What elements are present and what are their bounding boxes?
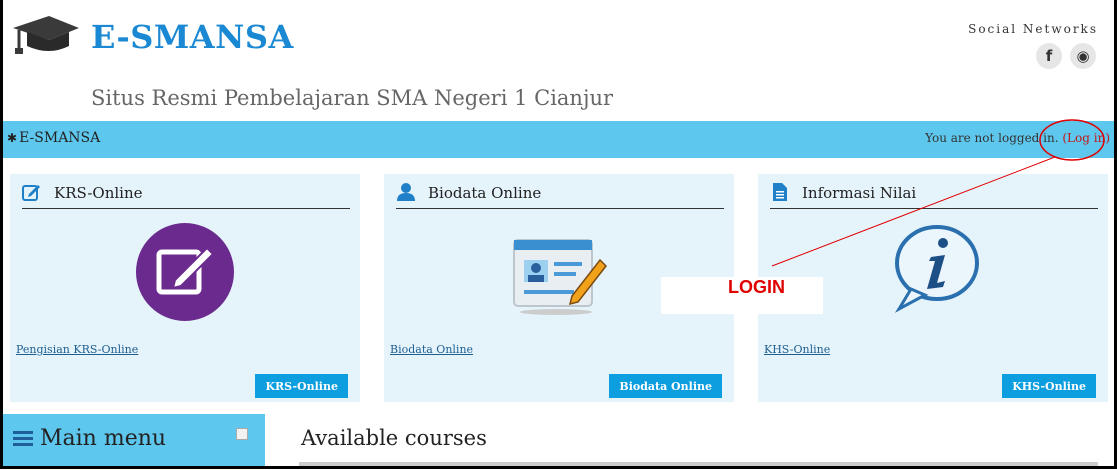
social-networks-label: Social Networks — [968, 22, 1098, 36]
login-info: You are not logged in. (Log in) — [925, 131, 1110, 145]
navbar: ✱ E-SMANSA You are not logged in. (Log in… — [3, 121, 1114, 158]
login-annotation-text: LOGIN — [728, 277, 785, 297]
facebook-icon[interactable]: f — [1036, 43, 1062, 69]
krs-online-button[interactable]: KRS-Online — [255, 374, 348, 398]
id-card-icon — [513, 239, 607, 315]
page-frame: E-SMANSA Situs Resmi Pembelajaran SMA Ne… — [0, 0, 1117, 469]
login-annotation-box: LOGIN — [661, 277, 823, 314]
site-tagline: Situs Resmi Pembelajaran SMA Negeri 1 Ci… — [91, 86, 614, 110]
edit-icon — [22, 185, 40, 201]
card-title: KRS-Online — [54, 184, 143, 202]
card-link[interactable]: Pengisian KRS-Online — [16, 343, 138, 356]
info-bubble-icon — [894, 225, 979, 313]
card-header: Biodata Online — [396, 182, 724, 209]
khs-online-button[interactable]: KHS-Online — [1002, 374, 1096, 398]
site-brand[interactable]: E-SMANSA — [91, 18, 294, 56]
available-courses-heading: Available courses — [301, 426, 487, 450]
gear-icon: ✱ — [7, 131, 18, 145]
collapse-icon[interactable] — [236, 428, 248, 440]
biodata-online-button[interactable]: Biodata Online — [609, 374, 722, 398]
main-menu-block: Main menu — [3, 414, 265, 466]
card-krs-online: KRS-Online Pengisian KRS-Online KRS-Onli… — [10, 174, 360, 402]
document-icon — [773, 183, 787, 201]
card-link[interactable]: Biodata Online — [390, 343, 473, 356]
card-header: KRS-Online — [22, 182, 350, 209]
courses-bar — [299, 462, 1098, 466]
hamburger-icon — [13, 427, 33, 452]
card-link[interactable]: KHS-Online — [764, 343, 830, 356]
globe-icon[interactable]: ◉ — [1070, 43, 1096, 69]
login-status-text: You are not logged in. — [925, 131, 1059, 145]
card-header: Informasi Nilai — [770, 182, 1098, 209]
navbar-brand-label: E-SMANSA — [19, 130, 101, 146]
graduation-cap-icon — [13, 16, 79, 54]
card-title: Informasi Nilai — [802, 184, 917, 202]
main-menu-title[interactable]: Main menu — [13, 426, 166, 452]
user-icon — [397, 183, 415, 201]
card-title: Biodata Online — [428, 184, 542, 202]
navbar-brand[interactable]: ✱ E-SMANSA — [7, 130, 100, 146]
edit-circle-icon — [136, 223, 234, 321]
main-menu-label: Main menu — [40, 426, 167, 451]
login-link[interactable]: (Log in) — [1062, 131, 1110, 145]
